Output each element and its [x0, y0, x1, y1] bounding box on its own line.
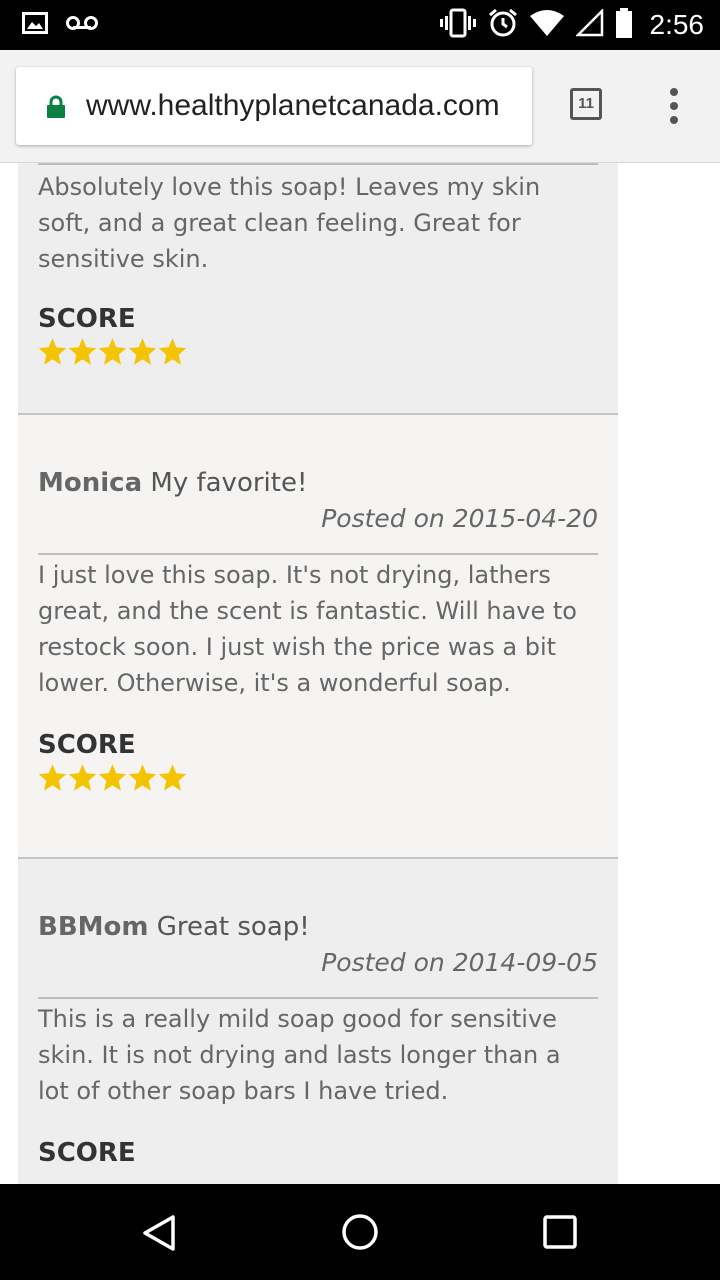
review-header: BBMom Great soap! — [38, 909, 598, 945]
divider — [38, 163, 598, 165]
wifi-icon — [529, 10, 564, 40]
score-label: SCORE — [38, 730, 136, 760]
overflow-menu-icon[interactable] — [664, 88, 684, 124]
vibrate-icon — [439, 8, 476, 42]
url-text: www.healthyplanetcanada.com — [86, 89, 500, 122]
clock-time: 2:56 — [649, 9, 705, 40]
status-bar: 2:56 — [0, 0, 720, 50]
review-date: Posted on 2014-09-05 — [321, 948, 598, 977]
reviews-list: Absolutely love this soap! Leaves my ski… — [0, 163, 720, 1184]
star-rating — [38, 337, 598, 367]
review-card: Monica My favorite! Posted on 2015-04-20… — [18, 415, 618, 859]
review-date: Posted on 2015-04-20 — [321, 504, 598, 533]
star-icon — [128, 764, 157, 791]
home-icon[interactable] — [341, 1213, 379, 1255]
star-icon — [158, 764, 187, 791]
review-header: Monica My favorite! — [38, 465, 598, 501]
voicemail-icon — [66, 15, 98, 35]
star-icon — [98, 338, 127, 365]
recents-icon[interactable] — [543, 1215, 577, 1253]
star-icon — [158, 338, 187, 365]
star-icon — [128, 338, 157, 365]
review-body: Absolutely love this soap! Leaves my ski… — [38, 173, 541, 273]
score-label: SCORE — [38, 1138, 136, 1168]
back-icon[interactable] — [140, 1214, 178, 1256]
star-icon — [38, 764, 67, 791]
divider — [38, 997, 598, 999]
address-bar[interactable]: www.healthyplanetcanada.com — [16, 67, 532, 145]
review-title: Great soap! — [156, 912, 310, 942]
tab-switcher-button[interactable]: 11 — [570, 88, 602, 120]
navigation-bar — [0, 1184, 720, 1280]
star-icon — [98, 764, 127, 791]
signal-icon — [574, 7, 604, 41]
review-card: Absolutely love this soap! Leaves my ski… — [18, 163, 618, 415]
lock-icon — [46, 95, 66, 123]
score-label: SCORE — [38, 304, 136, 334]
star-icon — [68, 764, 97, 791]
battery-icon — [615, 8, 632, 42]
review-author: BBMom — [38, 912, 149, 942]
browser-toolbar: www.healthyplanetcanada.com 11 — [0, 50, 720, 163]
review-body: This is a really mild soap good for sens… — [38, 1005, 561, 1105]
image-icon — [22, 12, 48, 38]
review-title: My favorite! — [150, 468, 308, 498]
star-rating — [38, 763, 598, 793]
star-icon — [68, 338, 97, 365]
star-icon — [38, 338, 67, 365]
alarm-icon — [488, 8, 518, 42]
review-author: Monica — [38, 468, 143, 498]
review-body: I just love this soap. It's not drying, … — [38, 561, 577, 697]
divider — [38, 553, 598, 555]
review-card: BBMom Great soap! Posted on 2014-09-05 T… — [18, 859, 618, 1184]
